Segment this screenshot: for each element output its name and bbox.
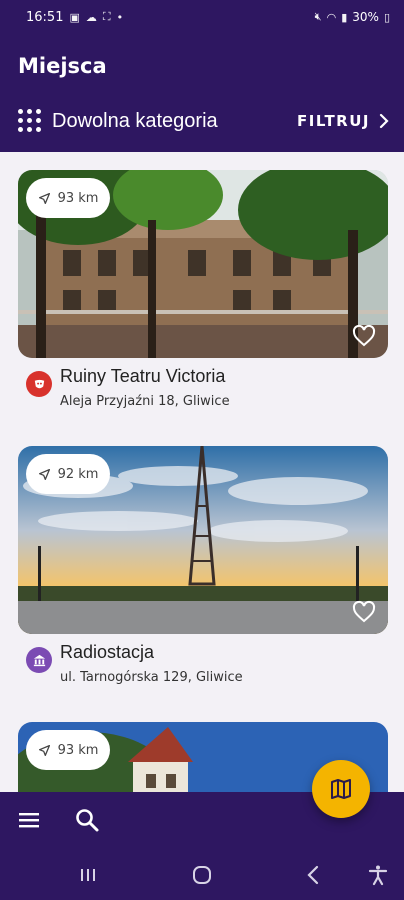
place-photo[interactable]: 92 km [18,446,388,634]
place-info[interactable]: Radiostacja ul. Tarnogórska 129, Gliwice [18,634,388,714]
place-address: Aleja Przyjaźni 18, Gliwice [60,394,230,409]
wifi-icon: ◠ [326,10,337,24]
chevron-right-icon [379,113,389,129]
theater-icon [26,371,52,397]
gallery-icon: ▣ [69,10,80,24]
navigation-arrow-icon [38,744,50,756]
system-nav-bar [0,850,404,900]
status-time: 16:51 [26,9,64,25]
distance-chip: 92 km [26,454,110,494]
mute-icon: 🔇︎ [314,10,322,23]
distance-value: 92 km [57,466,99,482]
screenshot-icon: ⛶ [102,10,111,23]
place-info[interactable]: Ruiny Teatru Victoria Aleja Przyjaźni 18… [18,358,388,438]
place-photo[interactable]: 93 km [18,170,388,358]
recent-apps-icon[interactable] [76,864,100,886]
place-name: Ruiny Teatru Victoria [60,366,226,386]
battery-icon: ▯ [383,10,390,24]
places-list[interactable]: 93 km Ruiny Teatru Victoria Aleja Przyja… [0,152,404,792]
category-row: Dowolna kategoria FILTRUJ [18,106,390,136]
place-address: ul. Tarnogórska 129, Gliwice [60,670,243,685]
distance-value: 93 km [57,742,99,758]
app-bar: Miejsca Dowolna kategoria FILTRUJ [0,34,404,152]
category-selector[interactable]: Dowolna kategoria [52,110,218,133]
map-icon [331,779,351,799]
place-name: Radiostacja [60,642,155,662]
distance-chip: 93 km [26,730,110,770]
search-icon[interactable] [74,807,100,833]
navigation-arrow-icon [38,468,50,480]
heart-icon[interactable] [352,600,376,624]
place-card[interactable]: 93 km Ruiny Teatru Victoria Aleja Przyja… [18,170,388,438]
museum-icon [26,647,52,673]
category-grid-icon[interactable] [18,109,42,133]
home-icon[interactable] [190,864,214,886]
signal-icon: ▮ [341,10,348,24]
heart-icon[interactable] [352,324,376,348]
filter-label: FILTRUJ [297,112,370,130]
battery-level: 30% [352,10,379,24]
cloud-icon: ☁ [85,10,97,24]
menu-icon[interactable] [18,810,40,830]
place-card[interactable]: 92 km Radiostacja ul. Tarnogórska 129, G… [18,446,388,714]
notification-dot-icon: • [116,10,124,24]
distance-chip: 93 km [26,178,110,218]
page-title: Miejsca [18,54,107,78]
accessibility-icon[interactable] [366,864,390,886]
filter-button[interactable]: FILTRUJ [297,112,390,130]
status-bar: 16:51 ▣ ☁ ⛶ • 🔇︎ ◠ ▮ 30% ▯ [0,0,404,34]
navigation-arrow-icon [38,192,50,204]
map-button[interactable] [312,760,370,818]
back-icon[interactable] [302,864,326,886]
distance-value: 93 km [57,190,99,206]
